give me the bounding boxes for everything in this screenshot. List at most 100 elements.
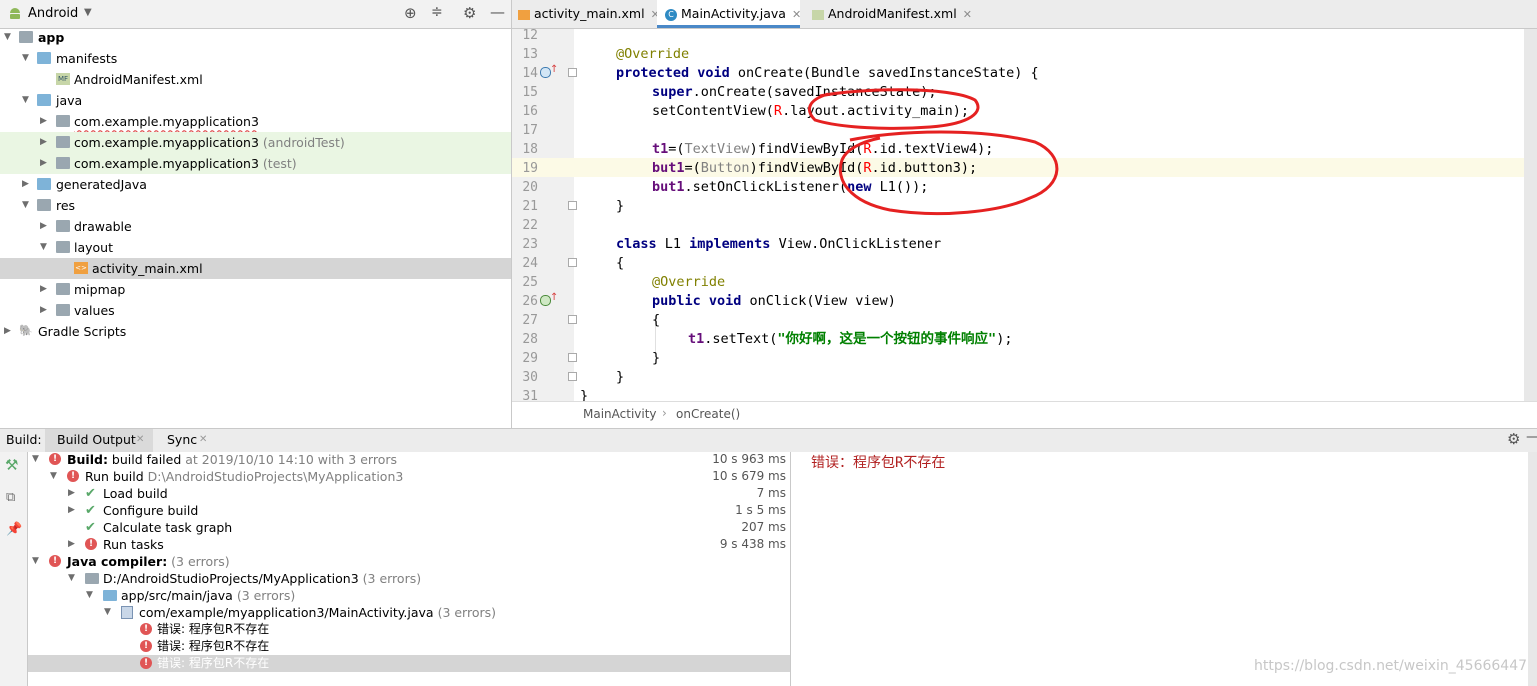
restore-layout-icon[interactable]: ⧉ [6,490,15,505]
chevron-down-icon[interactable]: ▼ [4,27,16,48]
build-row[interactable]: ✔ Calculate task graph 207 ms [28,519,790,536]
tree-item-label: layout [74,240,114,255]
detail-scrollbar[interactable] [1528,452,1537,686]
build-row-selected[interactable]: ! 错误: 程序包R不存在 [28,655,790,672]
build-row-time: 207 ms [741,520,786,534]
code-token: but1 [652,160,685,176]
tree-item-package[interactable]: ▶ com.example.myapplication3 [0,111,511,132]
locate-icon[interactable]: ⊕ [404,4,417,22]
chevron-down-icon[interactable]: ▼ [68,570,75,587]
chevron-down-icon[interactable]: ▼ [50,468,57,485]
build-row[interactable]: ▼ D:/AndroidStudioProjects/MyApplication… [28,570,790,587]
tab-sync[interactable]: Sync ✕ [160,429,220,452]
fold-icon[interactable] [568,315,577,324]
chevron-down-icon[interactable]: ▼ [32,451,39,468]
chevron-down-icon[interactable]: ▼ [22,195,34,216]
code-token: } [616,198,625,214]
fold-icon[interactable] [568,68,577,77]
tree-item-drawable[interactable]: ▶ drawable [0,216,511,237]
tree-item-suffix: (test) [262,156,297,171]
tree-item-label: activity_main.xml [92,261,203,276]
chevron-right-icon[interactable]: ▶ [68,485,75,502]
close-icon[interactable]: ✕ [199,434,207,445]
chevron-right-icon[interactable]: ▶ [68,502,75,519]
close-icon[interactable]: ✕ [136,434,144,445]
tree-item-activity-main-xml[interactable]: <> activity_main.xml [0,258,511,279]
chevron-down-icon[interactable]: ▼ [32,553,39,570]
chevron-right-icon[interactable]: ▶ [40,132,52,153]
tree-item-package-test[interactable]: ▶ com.example.myapplication3 (test) [0,153,511,174]
build-row[interactable]: ▶ ✔ Load build 7 ms [28,485,790,502]
tree-item-app[interactable]: ▼ app [0,27,511,48]
gear-icon[interactable]: ⚙ [1507,430,1520,448]
folder-icon [56,283,70,295]
build-row[interactable]: ▶ ✔ Configure build 1 s 5 ms [28,502,790,519]
chevron-right-icon[interactable]: ▶ [40,300,52,321]
fold-icon[interactable] [568,258,577,267]
breadcrumb-item[interactable]: MainActivity [583,407,657,421]
editor-scrollbar[interactable] [1524,29,1537,401]
pin-icon[interactable]: 📌 [6,522,22,537]
checkmark-icon: ✔ [85,520,96,535]
chevron-down-icon[interactable]: ▼ [22,90,34,111]
tab-activity-main-xml[interactable]: activity_main.xml ✕ [512,0,660,28]
fold-icon[interactable] [568,353,577,362]
package-icon [56,136,70,148]
line-number: 24 [522,256,538,271]
line-number: 29 [522,351,538,366]
build-row[interactable]: ▶ ! Run tasks 9 s 438 ms [28,536,790,553]
build-row[interactable]: ▼ com/example/myapplication3/MainActivit… [28,604,790,621]
hammer-icon[interactable]: ⚒ [5,456,18,474]
tree-item-androidmanifest[interactable]: MF AndroidManifest.xml [0,69,511,90]
chevron-right-icon[interactable]: ▶ [4,321,16,342]
chevron-down-icon[interactable]: ▼ [22,48,34,69]
build-row[interactable]: ▼ ! Build: build failed at 2019/10/10 14… [28,451,790,468]
tree-item-res[interactable]: ▼ res [0,195,511,216]
tree-item-package-androidtest[interactable]: ▶ com.example.myapplication3 (androidTes… [0,132,511,153]
chevron-down-icon[interactable]: ▼ [104,604,111,621]
minimize-icon[interactable]: — [490,3,505,21]
tree-item-values[interactable]: ▶ values [0,300,511,321]
build-row[interactable]: ▼ ! Java compiler: (3 errors) [28,553,790,570]
chevron-right-icon[interactable]: ▶ [40,111,52,132]
folder-icon [85,573,99,584]
collapse-all-icon[interactable]: ≑ [431,4,443,20]
tab-mainactivity-java[interactable]: C MainActivity.java ✕ [657,0,801,28]
breadcrumb-item[interactable]: onCreate() [676,407,740,421]
tree-item-java[interactable]: ▼ java [0,90,511,111]
annotation-circle-layout [807,88,980,130]
tab-androidmanifest-xml[interactable]: AndroidManifest.xml ✕ [802,0,972,28]
chevron-down-icon[interactable]: ▼ [84,7,92,18]
build-row[interactable]: ▼ app/src/main/java (3 errors) [28,587,790,604]
chevron-right-icon[interactable]: ▶ [40,279,52,300]
tree-item-mipmap[interactable]: ▶ mipmap [0,279,511,300]
project-view-selector[interactable]: Android [28,6,78,21]
project-panel-header: Android ▼ ⊕ ≑ ⚙ — [0,0,511,29]
minimize-icon[interactable]: — [1526,429,1537,445]
tree-item-label: mipmap [74,282,126,297]
build-row[interactable]: ! 错误: 程序包R不存在 [28,621,790,638]
chevron-right-icon[interactable]: ▶ [40,153,52,174]
red-annotation-marks [807,88,1059,216]
tree-item-gradle-scripts[interactable]: ▶ 🐘 Gradle Scripts [0,321,511,342]
build-row-detail: (3 errors) [167,554,230,569]
build-row-time: 7 ms [756,486,786,500]
close-icon[interactable]: ✕ [963,8,972,21]
line-number: 12 [522,28,538,43]
code-token: { [652,312,661,328]
chevron-down-icon[interactable]: ▼ [86,587,93,604]
build-row[interactable]: ! 错误: 程序包R不存在 [28,638,790,655]
fold-icon[interactable] [568,201,577,210]
build-row[interactable]: ▼ ! Run build D:\AndroidStudioProjects\M… [28,468,790,485]
tree-item-generatedjava[interactable]: ▶ generatedJava [0,174,511,195]
chevron-right-icon[interactable]: ▶ [68,536,75,553]
chevron-down-icon[interactable]: ▼ [40,237,52,258]
tree-item-layout[interactable]: ▼ layout [0,237,511,258]
close-icon[interactable]: ✕ [792,8,801,21]
fold-icon[interactable] [568,372,577,381]
chevron-right-icon[interactable]: ▶ [22,174,34,195]
chevron-right-icon[interactable]: ▶ [40,216,52,237]
tab-build-output[interactable]: Build Output ✕ [45,429,153,452]
gear-icon[interactable]: ⚙ [463,4,476,22]
tree-item-manifests[interactable]: ▼ manifests [0,48,511,69]
